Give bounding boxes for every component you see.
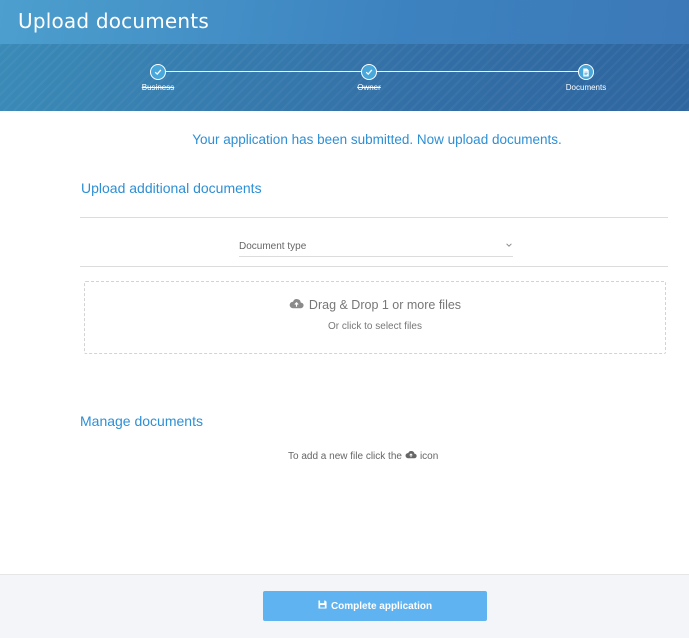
complete-application-button[interactable]: Complete application [263, 591, 487, 621]
step-label: Owner [357, 83, 381, 92]
complete-application-label: Complete application [330, 600, 433, 612]
cloud-upload-icon [289, 298, 304, 312]
stepper: Business Owner Documents [0, 0, 689, 111]
step-business[interactable]: Business [113, 64, 203, 92]
document-type-select[interactable]: Document type [239, 239, 513, 257]
upload-section-title: Upload additional documents [81, 180, 262, 196]
submitted-message: Your application has been submitted. Now… [192, 132, 562, 147]
chevron-down-icon [505, 241, 513, 252]
check-icon [361, 64, 377, 80]
dropzone-main-text: Drag & Drop 1 or more files [308, 298, 462, 312]
dropzone-sub-text: Or click to select files [328, 321, 422, 332]
footer: Complete application [0, 574, 689, 638]
step-label: Business [141, 83, 175, 92]
save-icon [318, 600, 327, 612]
check-icon [150, 64, 166, 80]
step-owner[interactable]: Owner [324, 64, 414, 92]
step-label: Documents [565, 83, 607, 92]
main-card: Your application has been submitted. Now… [0, 111, 689, 574]
manage-section-title: Manage documents [80, 413, 203, 429]
cloud-upload-icon [405, 450, 417, 462]
document-type-placeholder: Document type [239, 241, 307, 252]
hint-text-after: icon [419, 450, 439, 462]
hint-text-before: To add a new file click the [288, 450, 402, 462]
divider [80, 217, 668, 218]
header: Upload documents Business Owner Document… [0, 0, 689, 111]
divider [80, 266, 668, 267]
add-file-hint: To add a new file click the icon [288, 450, 438, 462]
document-icon [578, 64, 594, 80]
step-documents[interactable]: Documents [541, 64, 631, 92]
file-dropzone[interactable]: Drag & Drop 1 or more files Or click to … [84, 281, 666, 354]
